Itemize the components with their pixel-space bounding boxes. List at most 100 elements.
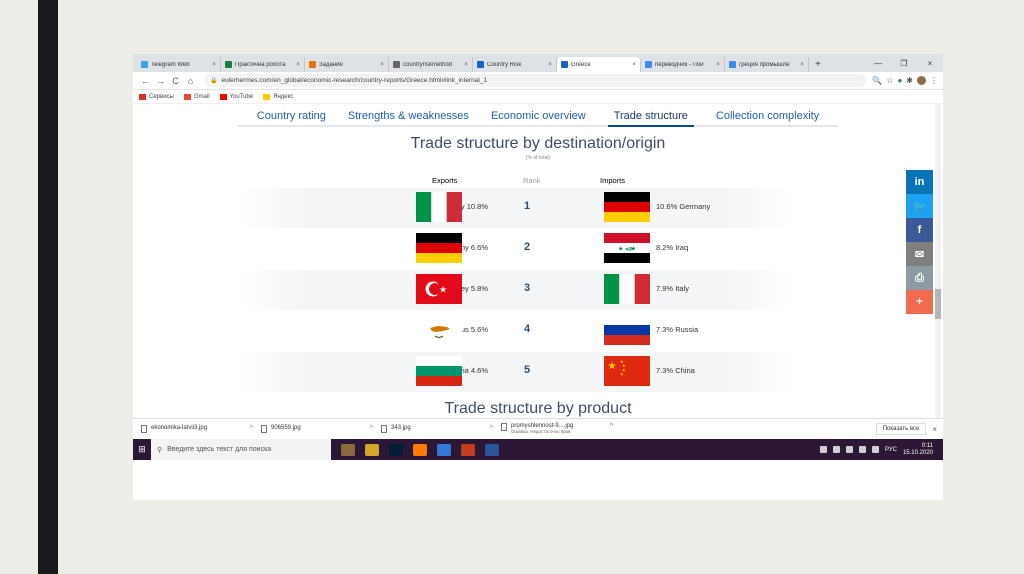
tab-favicon-icon <box>141 61 148 68</box>
tab-close-icon[interactable]: × <box>800 62 804 68</box>
tab-close-icon[interactable]: × <box>296 62 300 68</box>
avatar[interactable] <box>917 76 926 85</box>
bookmark-item[interactable]: YouTube <box>219 93 253 100</box>
tray-icon[interactable] <box>845 446 853 453</box>
rank-value: 1 <box>524 200 531 212</box>
report-tab[interactable]: Collection complexity <box>716 110 819 125</box>
tray-icon[interactable] <box>832 446 840 453</box>
tray-icon[interactable] <box>819 446 827 453</box>
svg-text:★: ★ <box>608 361 617 372</box>
bookmark-item[interactable]: Сервисы <box>139 93 174 100</box>
imports-header: Imports <box>600 176 626 185</box>
more-share-icon[interactable]: + <box>906 290 933 314</box>
menu-icon[interactable]: ⋮ <box>930 76 938 85</box>
flag-turkey-icon: ★ <box>416 274 462 304</box>
tab-close-icon[interactable]: × <box>380 62 384 68</box>
flag-italy-icon <box>416 192 462 222</box>
new-tab-button[interactable]: + <box>809 57 827 72</box>
show-all-downloads-button[interactable]: Показать все <box>875 423 927 435</box>
forward-icon[interactable]: → <box>153 76 168 86</box>
download-meta: 906559.jpg <box>271 425 301 431</box>
tab-label: Telegram Web <box>151 61 190 68</box>
windows-start-icon[interactable]: ⊞ <box>133 444 151 455</box>
download-meta: promyshlennost-9....jpg Ошибка. Недостато… <box>511 423 573 435</box>
zoom-icon[interactable]: 🔍 <box>872 76 882 85</box>
language-indicator[interactable]: РУС <box>885 447 897 453</box>
chevron-up-icon[interactable]: ^ <box>610 423 613 430</box>
download-item[interactable]: ekonomika-latvii3.jpg ^ <box>141 425 261 433</box>
bookmark-item[interactable]: Gmail <box>183 93 210 100</box>
browser-tab[interactable]: Практична робота × <box>221 57 305 72</box>
tab-close-icon[interactable]: × <box>464 62 468 68</box>
twitter-icon[interactable]: 🐦 <box>906 194 933 218</box>
scrollbar-thumb[interactable] <box>935 289 941 319</box>
flag-germany-icon <box>604 192 650 222</box>
download-item[interactable]: 906559.jpg ^ <box>261 425 381 433</box>
page-scrollbar[interactable] <box>935 104 941 418</box>
taskbar-app-icon[interactable] <box>485 443 499 456</box>
tab-close-icon[interactable]: × <box>548 62 552 68</box>
download-item[interactable]: promyshlennost-9....jpg Ошибка. Недостато… <box>501 423 621 435</box>
taskbar-app-icon[interactable] <box>341 443 355 456</box>
taskbar-app-icon[interactable] <box>437 443 451 456</box>
tab-close-icon[interactable]: × <box>632 62 636 68</box>
browser-tab[interactable]: countryriskmethod × <box>389 57 473 72</box>
download-filename: ekonomika-latvii3.jpg <box>151 425 208 431</box>
rank-value: 2 <box>524 241 531 253</box>
browser-tab[interactable]: Задание × <box>305 57 389 72</box>
tab-close-icon[interactable]: × <box>716 62 720 68</box>
browser-tab[interactable]: греция промышле × <box>725 57 809 72</box>
svg-text:★ ﷲ ★: ★ ﷲ ★ <box>618 246 636 253</box>
browser-tab[interactable]: Greece × <box>557 57 641 72</box>
print-icon[interactable]: ⎙ <box>906 266 933 290</box>
chevron-up-icon[interactable]: ^ <box>250 425 253 432</box>
puzzle-icon[interactable]: ✱ <box>906 76 913 85</box>
flag-iraq-icon: ★ ﷲ ★ <box>604 233 650 263</box>
rank-value: 5 <box>524 364 531 376</box>
close-downloads-icon[interactable]: × <box>932 425 937 434</box>
star-icon[interactable]: ☆ <box>886 76 893 85</box>
browser-tab[interactable]: переводчик - Пои × <box>641 57 725 72</box>
bookmark-item[interactable]: Яндекс <box>263 93 293 100</box>
tab-close-icon[interactable]: × <box>212 62 216 68</box>
download-item[interactable]: 343.jpg ^ <box>381 425 501 433</box>
file-icon <box>501 423 507 431</box>
clock[interactable]: 0:11 15.10.2020 <box>903 443 933 457</box>
browser-tab[interactable]: Telegram Web × <box>137 57 221 72</box>
file-icon <box>141 425 147 433</box>
search-placeholder: Введите здесь текст для поиска <box>167 446 272 453</box>
close-window-button[interactable]: × <box>917 59 943 68</box>
maximize-button[interactable]: ❐ <box>891 59 917 68</box>
taskbar-app-icon[interactable] <box>365 443 379 456</box>
email-icon[interactable]: ✉ <box>906 242 933 266</box>
back-icon[interactable]: ← <box>138 76 153 86</box>
report-tab[interactable]: Trade structure <box>607 110 694 127</box>
taskbar-app-icon[interactable] <box>389 443 403 456</box>
bookmark-label: Сервисы <box>149 93 174 100</box>
browser-tab[interactable]: Country Risk × <box>473 57 557 72</box>
volume-icon[interactable] <box>871 446 879 453</box>
export-share: 6.6% <box>470 243 488 252</box>
extension-icon[interactable]: ● <box>897 76 902 85</box>
import-country: 10.6% Germany <box>656 202 710 211</box>
url-input[interactable]: 🔒 eulerhermes.com/en_global/economic-res… <box>204 74 867 87</box>
facebook-icon[interactable]: f <box>906 218 933 242</box>
web-page: Country rating Strengths & weaknesses Econ… <box>133 104 943 418</box>
reload-icon[interactable]: C <box>168 76 183 86</box>
svg-text:★: ★ <box>439 286 447 296</box>
clock-time: 0:11 <box>921 442 933 449</box>
linkedin-icon[interactable]: in <box>906 170 933 194</box>
minimize-button[interactable]: — <box>865 59 891 68</box>
chevron-up-icon[interactable]: ^ <box>370 425 373 432</box>
taskbar-app-icon[interactable] <box>413 443 427 456</box>
chevron-up-icon[interactable]: ^ <box>490 425 493 432</box>
tray-icon[interactable] <box>858 446 866 453</box>
taskbar-app-icon[interactable] <box>461 443 475 456</box>
flag-cyprus-icon <box>416 315 462 345</box>
report-tab[interactable]: Country rating <box>257 110 326 125</box>
taskbar-search-input[interactable]: ⚲ Введите здесь текст для поиска <box>151 439 331 460</box>
report-tab[interactable]: Economic overview <box>491 110 586 125</box>
windows-taskbar: ⊞ ⚲ Введите здесь текст для поиска РУС 0… <box>133 439 943 460</box>
home-icon[interactable]: ⌂ <box>183 76 198 86</box>
report-tab[interactable]: Strengths & weaknesses <box>348 110 469 125</box>
